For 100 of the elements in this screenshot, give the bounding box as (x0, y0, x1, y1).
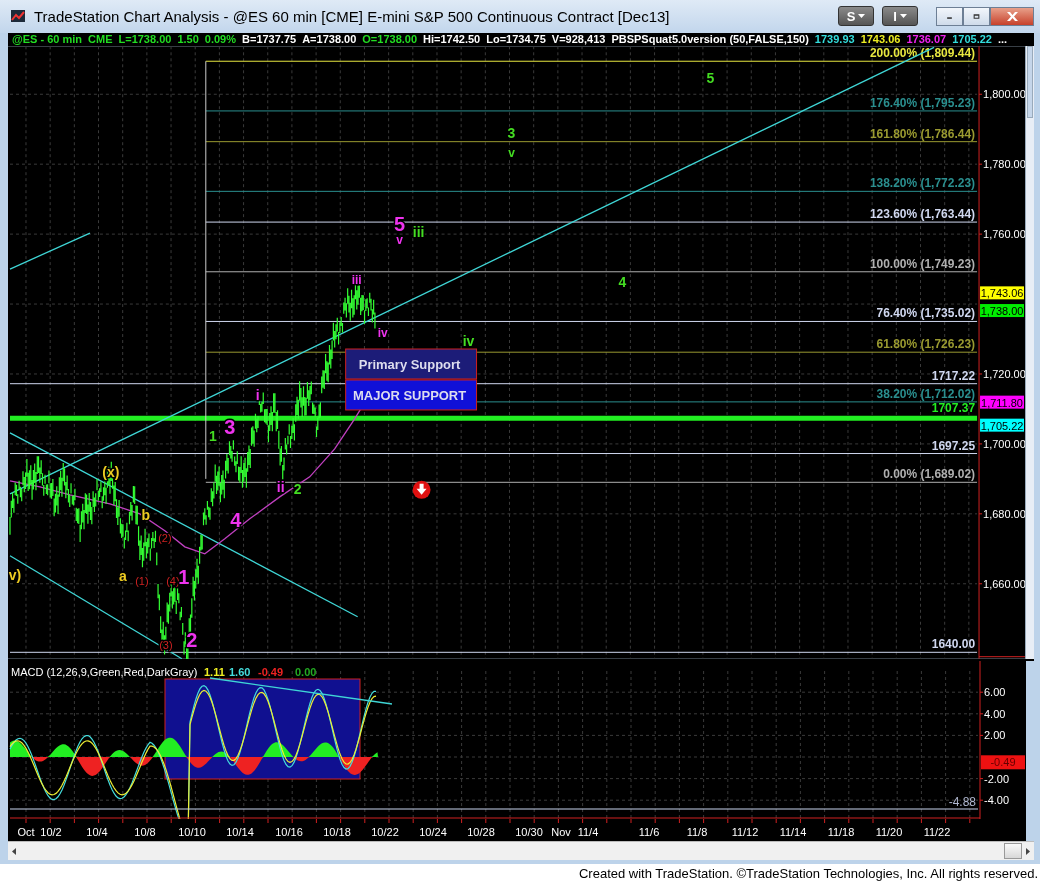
quote-field: CME (88, 32, 113, 47)
caret-icon (899, 14, 907, 19)
wave-label: i (255, 387, 260, 404)
quote-field: 1743.06 (860, 32, 901, 47)
close-button[interactable] (990, 6, 1034, 26)
quote-field: L=1738.00 (118, 32, 172, 47)
quote-field: 1705.22 (952, 32, 992, 47)
indicator-value: 1.60 (229, 666, 251, 679)
level-label: -4.88 (948, 795, 976, 810)
quote-field: 1736.07 (906, 32, 947, 47)
quote-field: Hi=1742.50 (423, 32, 481, 47)
wave-label: ii (276, 479, 285, 496)
indicator-value: 0.00 (295, 666, 317, 679)
wave-label: a (119, 568, 127, 585)
scrollbar-thumb[interactable] (1027, 46, 1033, 119)
quote-field: ... (997, 32, 1008, 47)
price-axis-label: 1,760.00 (983, 228, 1025, 241)
date-axis-label: 11/18 (827, 826, 855, 839)
date-axis-label: 11/4 (577, 826, 599, 839)
wave-label: 2 (293, 481, 302, 498)
right-arrow-icon (1026, 847, 1030, 855)
wave-label: 3 (224, 416, 236, 439)
quote-field: 1739.93 (814, 32, 855, 47)
support-zone-label: MAJOR SUPPORT (353, 388, 467, 404)
date-axis-label: 11/20 (875, 826, 903, 839)
date-axis-label: 10/22 (371, 826, 399, 839)
wave-label: iii (412, 224, 425, 241)
level-label: 38.20% (1,712.02) (876, 387, 976, 402)
quote-field: V=928,413 (551, 32, 606, 47)
quote-field: @ES - 60 min (12, 32, 83, 47)
wave-label: 5 (706, 70, 715, 87)
wave-label: iv (377, 326, 388, 341)
indicator-axis-label: 6.00 (984, 686, 1006, 699)
date-axis-label: 10/14 (226, 826, 254, 839)
support-zone-label: Primary Support (358, 357, 461, 373)
indicator-title: MACD (12,26,9,Green,Red,DarkGray) (11, 666, 198, 679)
chart-icon (10, 8, 26, 25)
scrollbar-thumb[interactable] (1004, 843, 1022, 860)
price-tag: 1,743.06 (980, 286, 1024, 300)
price-axis-label: 1,680.00 (983, 508, 1025, 521)
level-label: 76.40% (1,735.02) (876, 306, 976, 321)
indicator-axis-label: -2.00 (984, 772, 1010, 785)
date-axis-label: 10/30 (515, 826, 543, 839)
wave-label: iii (351, 273, 362, 288)
wave-label: iv (462, 333, 475, 350)
indicator-axis-label: 4.00 (984, 708, 1006, 721)
date-axis-label: 11/12 (731, 826, 759, 839)
price-axis-label: 1,780.00 (983, 158, 1025, 171)
level-label: 200.00% (1,809.44) (869, 46, 976, 61)
level-label: 161.80% (1,786.44) (869, 126, 976, 141)
wave-label: 1 (178, 566, 190, 589)
date-axis-label: 10/10 (178, 826, 206, 839)
minimize-button[interactable] (936, 6, 963, 26)
maximize-icon (973, 13, 980, 19)
price-tag: 1,738.00 (980, 304, 1024, 318)
minimize-icon (947, 17, 952, 19)
toolbar-dropdown-button[interactable]: I (882, 6, 918, 27)
wave-label: 1 (208, 428, 217, 445)
quote-field: B=1737.75 (242, 32, 297, 47)
vertical-scrollbar[interactable] (1025, 46, 1034, 660)
date-axis-label: 10/4 (86, 826, 108, 839)
copyright-text: Created with TradeStation. ©TradeStation Technologies, Inc. All rights reserved. (578, 865, 1038, 881)
caret-icon (858, 14, 866, 19)
date-axis-label: 10/18 (323, 826, 351, 839)
indicator-axis-label: -4.00 (984, 794, 1010, 807)
price-axis-label: 1,800.00 (983, 88, 1025, 101)
quote-field: A=1738.00 (302, 32, 357, 47)
wave-label: v) (8, 567, 22, 584)
wave-label: (2) (158, 532, 172, 545)
wave-label: 4 (618, 274, 627, 291)
toolbar-dropdown-button[interactable]: S (838, 6, 874, 27)
date-axis-label: 11/22 (923, 826, 951, 839)
price-axis-label: 1,660.00 (983, 578, 1025, 591)
wave-label: v (508, 146, 515, 161)
date-axis-label: 11/14 (779, 826, 807, 839)
quote-field: 0.09% (204, 32, 236, 47)
level-label: 1697.25 (931, 438, 976, 453)
level-label: 1707.37 (931, 401, 976, 416)
date-axis-label: 11/8 (686, 826, 708, 839)
quote-field: Lo=1734.75 (486, 32, 546, 47)
date-axis-label: Nov (551, 826, 571, 839)
wave-label: 2 (186, 629, 198, 651)
left-arrow-icon (12, 847, 16, 855)
indicator-value: 1.11 (204, 666, 225, 679)
close-icon (1006, 11, 1018, 21)
level-label: 100.00% (1,749.23) (869, 257, 976, 272)
value-tag: -0.49 (981, 755, 1025, 770)
quote-field: O=1738.00 (362, 32, 418, 47)
level-label: 176.40% (1,795.23) (869, 96, 976, 111)
level-label: 138.20% (1,772.23) (869, 176, 976, 191)
maximize-button[interactable] (963, 6, 990, 26)
date-axis-label: Oct (17, 826, 35, 839)
date-axis-label: 10/16 (275, 826, 303, 839)
price-axis-label: 1,700.00 (983, 438, 1025, 451)
wave-label: 4 (230, 509, 242, 532)
date-axis-label: 10/2 (40, 826, 62, 839)
level-label: 61.80% (1,726.23) (876, 337, 976, 352)
wave-label: (1) (135, 575, 149, 588)
quote-field: PBSPSquat5.0version (50,FALSE,150) (611, 32, 809, 47)
date-axis-label: 11/6 (638, 826, 660, 839)
